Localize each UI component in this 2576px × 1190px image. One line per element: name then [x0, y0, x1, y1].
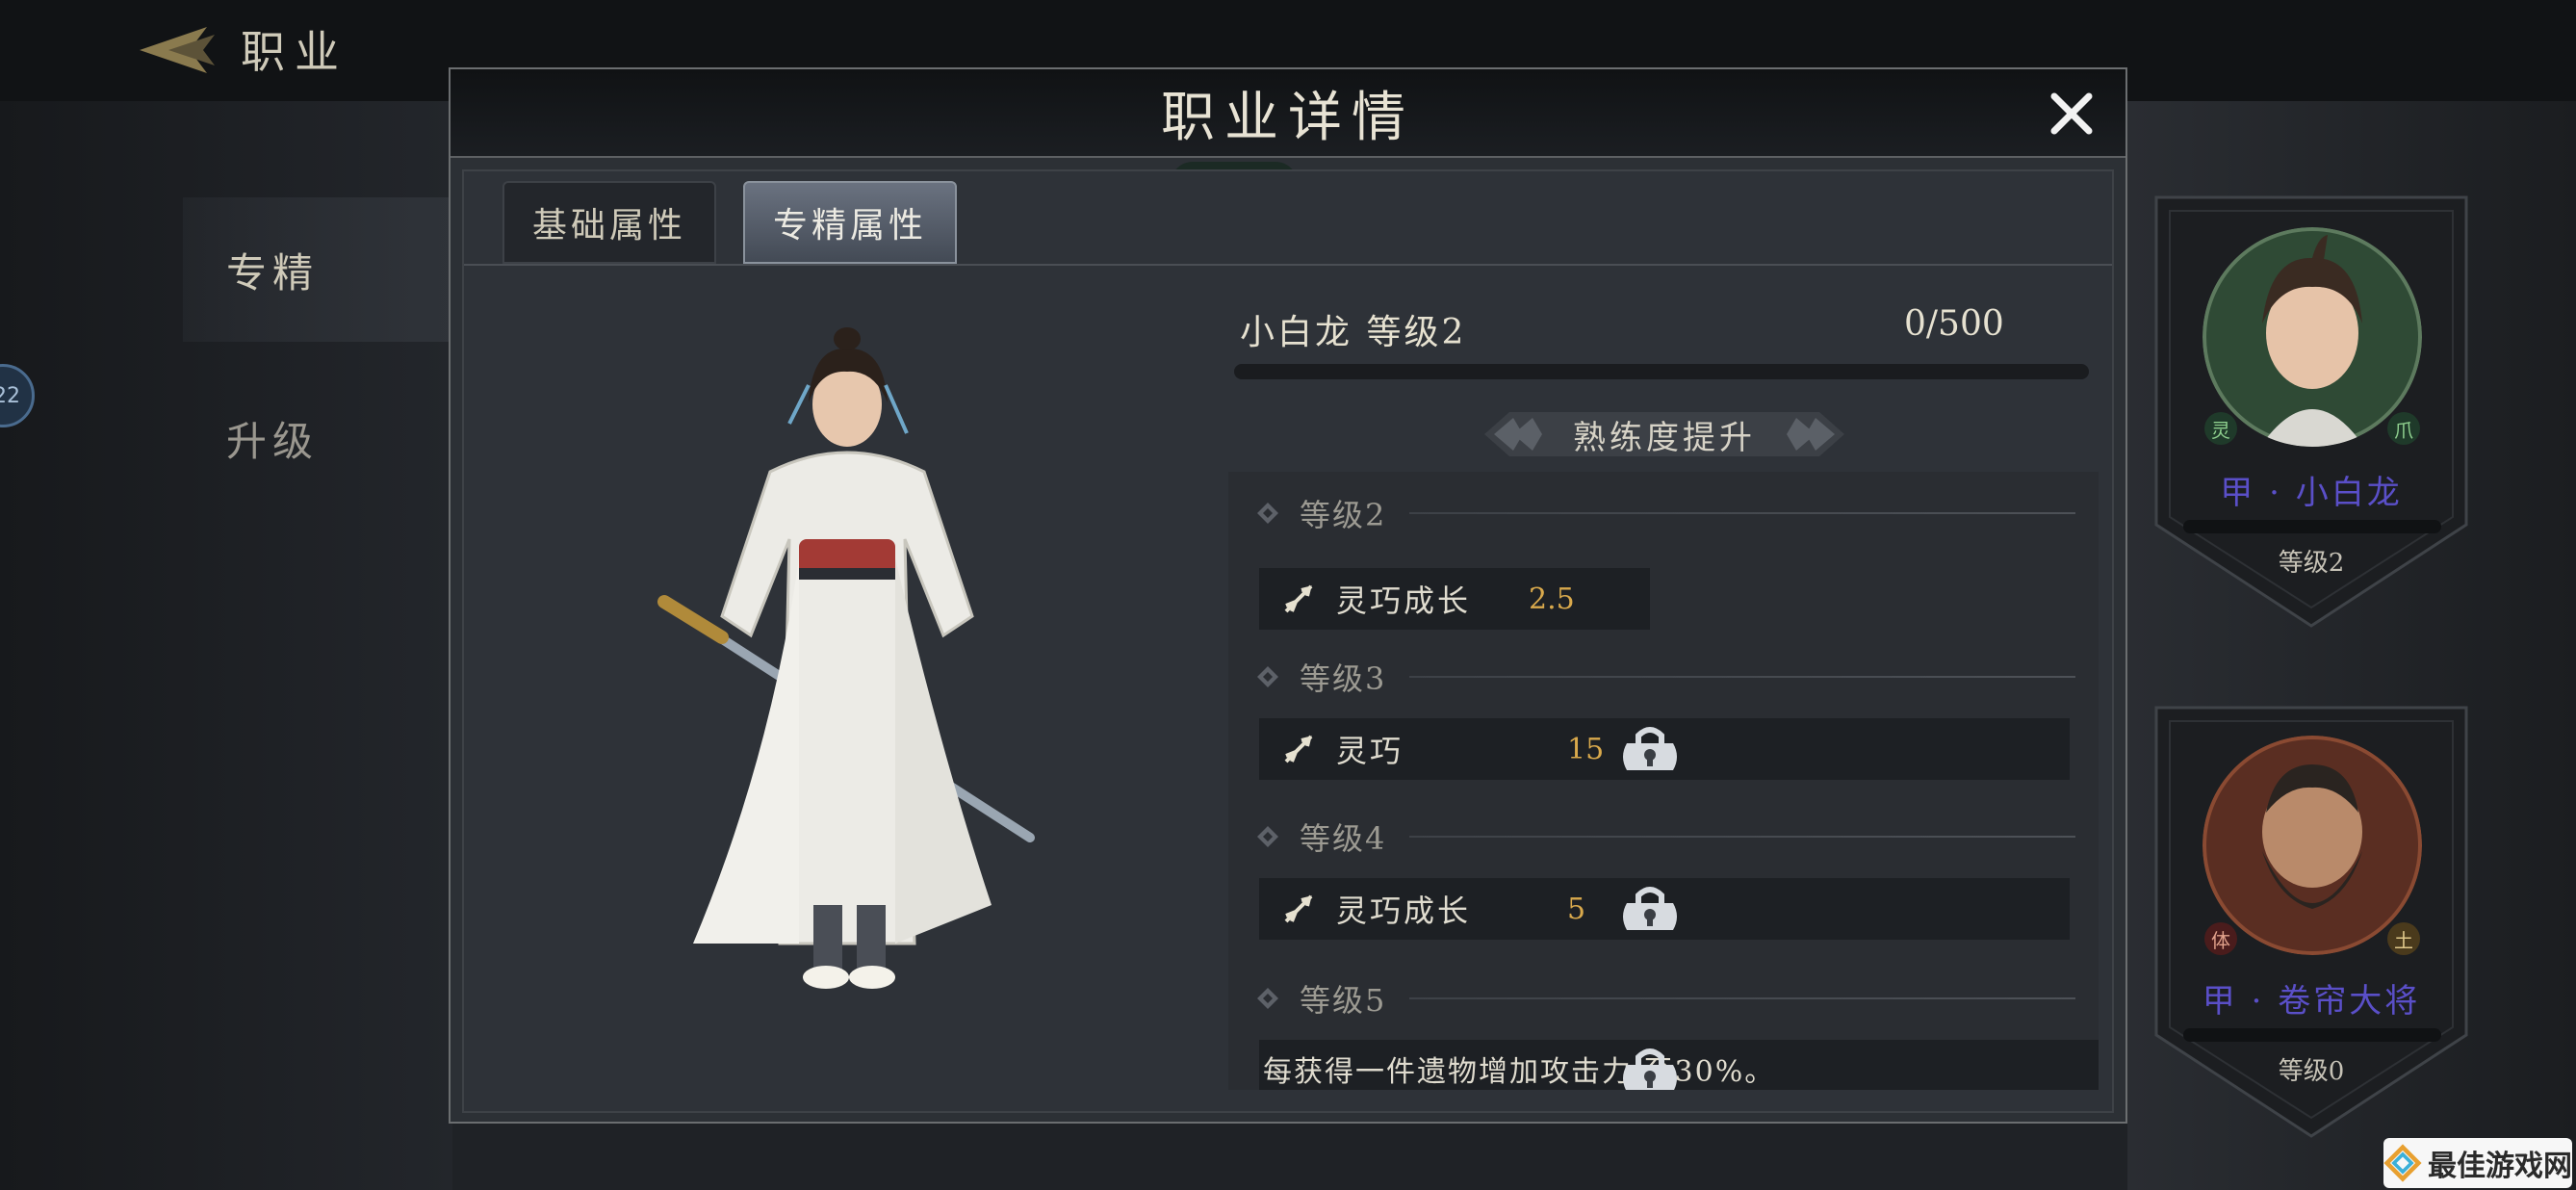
level-divider — [1409, 836, 2075, 838]
back-arrow-icon[interactable] — [130, 21, 217, 79]
stat-value: 2.5 — [1529, 582, 1575, 616]
watermark-logo-icon — [2383, 1144, 2422, 1182]
diamond-bullet-icon — [1257, 503, 1278, 524]
level-label: 等级3 — [1300, 660, 1387, 697]
dexterity-icon — [1284, 894, 1313, 923]
side-tab-label: 专精 — [226, 248, 320, 297]
level-list[interactable]: 等级2 灵巧成长 2.5 等级3 灵巧 15 等级4 灵巧成长 5 等级5 每获… — [1228, 472, 2099, 1090]
stat-value: 5 — [1567, 892, 1586, 926]
close-icon[interactable] — [2045, 87, 2099, 141]
card-exp-bar — [2183, 520, 2441, 533]
experience-bar — [1234, 364, 2089, 379]
diamond-bullet-icon — [1257, 988, 1278, 1009]
side-tab-label: 升级 — [226, 417, 320, 465]
level-label: 等级5 — [1300, 982, 1387, 1019]
experience-value: 0/500 — [1904, 304, 2004, 344]
level-header: 等级5 — [1257, 976, 2075, 1021]
portrait-avatar — [2202, 736, 2422, 955]
card-level: 等级2 — [2278, 549, 2345, 578]
dexterity-icon — [1284, 584, 1313, 613]
side-tab-upgrade[interactable]: 升级 — [183, 366, 457, 510]
modal-title: 职业详情 — [1161, 86, 1415, 149]
side-tab-specialization[interactable]: 专精 — [183, 197, 457, 342]
level-divider — [1409, 512, 2075, 514]
diamond-bullet-icon — [1257, 666, 1278, 687]
site-watermark: 最佳游戏网 — [2383, 1138, 2572, 1188]
attribute-tag-right: 土 — [2387, 922, 2420, 955]
stat-row: 灵巧成长 2.5 — [1259, 568, 1650, 630]
lock-icon — [1623, 1048, 1677, 1090]
attribute-tag-right: 爪 — [2387, 412, 2420, 445]
character-name-level: 小白龙 等级2 — [1240, 313, 1467, 352]
tab-divider — [464, 264, 2112, 266]
stat-name: 灵巧成长 — [1336, 582, 1472, 619]
attribute-tag-left: 体 — [2204, 922, 2237, 955]
watermark-text: 最佳游戏网 — [2428, 1150, 2572, 1183]
tab-basic-attributes[interactable]: 基础属性 — [502, 181, 716, 264]
level-divider — [1409, 676, 2075, 678]
level-header: 等级3 — [1257, 655, 2075, 699]
level-header: 等级4 — [1257, 815, 2075, 859]
lock-icon — [1623, 727, 1677, 770]
card-name: 甲 · 小白龙 — [2220, 474, 2403, 512]
tab-label: 专精属性 — [772, 206, 927, 246]
level-label: 等级2 — [1300, 497, 1387, 533]
level-divider — [1409, 997, 2075, 999]
lock-icon — [1623, 887, 1677, 930]
stat-name: 灵巧成长 — [1336, 892, 1472, 929]
portrait-avatar — [2202, 227, 2422, 447]
stat-name: 灵巧 — [1336, 733, 1404, 769]
tab-specialization-attributes[interactable]: 专精属性 — [743, 181, 957, 264]
level-header: 等级2 — [1257, 491, 2075, 535]
card-level: 等级0 — [2278, 1057, 2345, 1086]
diamond-bullet-icon — [1257, 826, 1278, 847]
attribute-tag-left: 灵 — [2204, 412, 2237, 445]
tab-label: 基础属性 — [531, 206, 686, 246]
card-exp-bar — [2183, 1028, 2441, 1042]
level-label: 等级4 — [1300, 820, 1387, 857]
card-name: 甲 · 卷帘大将 — [2202, 982, 2421, 1021]
character-illustration — [657, 327, 1035, 989]
stat-value: 15 — [1567, 732, 1605, 766]
dexterity-icon — [1284, 735, 1313, 763]
proficiency-banner-label: 熟练度提升 — [1573, 418, 1756, 457]
page-title: 职业 — [241, 26, 348, 78]
